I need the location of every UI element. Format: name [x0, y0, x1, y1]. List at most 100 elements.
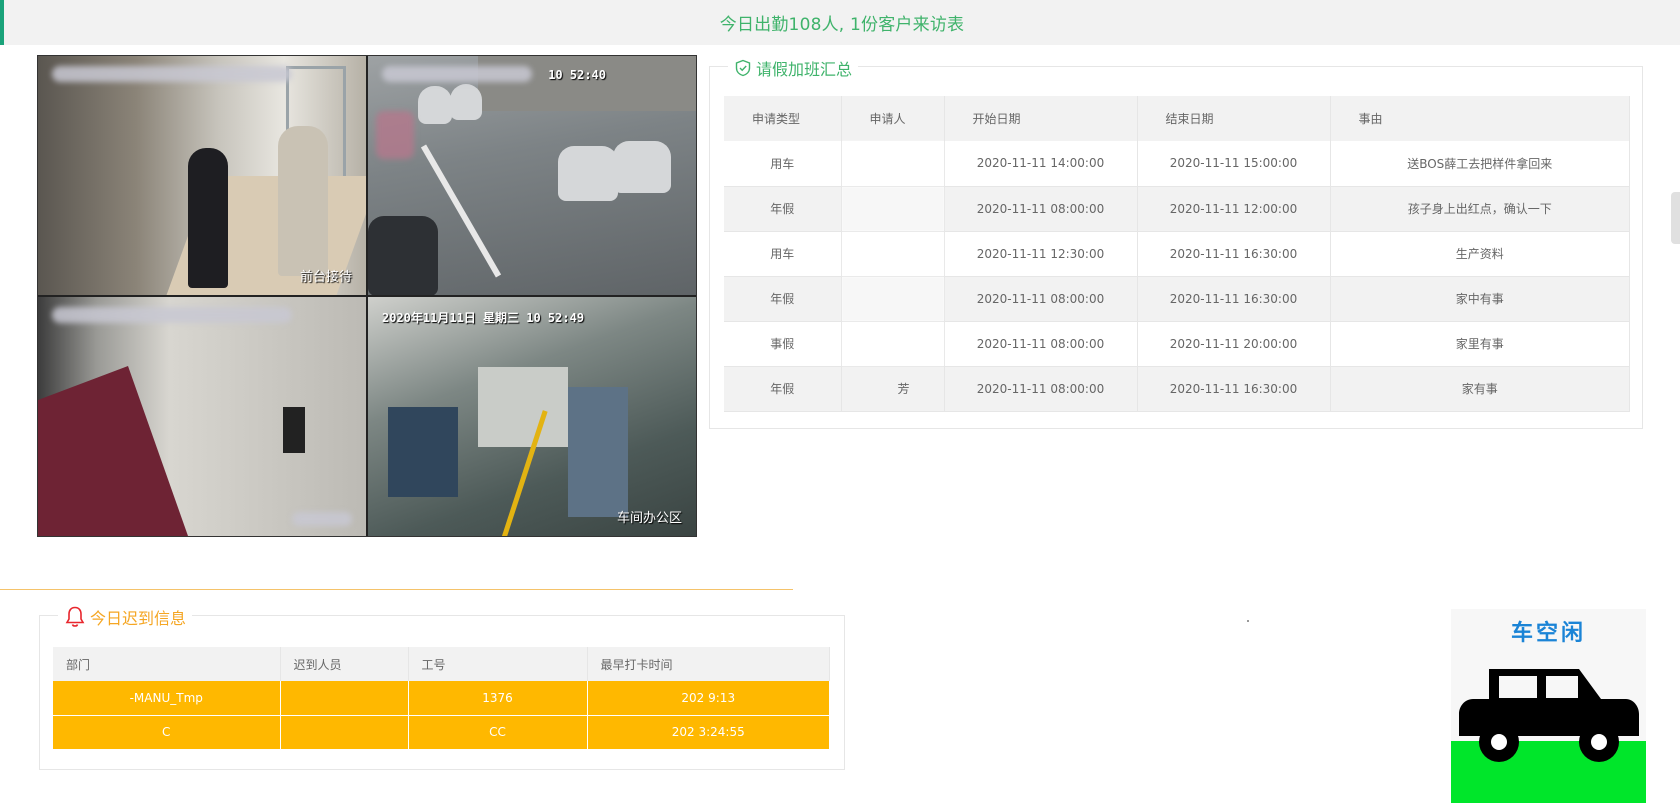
column-header: 迟到人员: [280, 647, 409, 681]
table-cell: 2020-11-11 12:00:00: [1137, 186, 1331, 231]
table-cell: 年假: [724, 366, 842, 411]
table-row[interactable]: 事假 2020-11-11 08:00:00 2020-11-11 20:00:…: [724, 321, 1630, 366]
table-row[interactable]: C CC 202 3:24:55: [53, 715, 830, 750]
privacy-blur: [52, 66, 292, 82]
leave-summary-legend: 请假加班汇总: [728, 56, 859, 80]
table-cell: [841, 276, 945, 321]
column-header: 最早打卡时间: [587, 647, 830, 681]
column-header: 事由: [1330, 96, 1630, 141]
car-shape: [558, 146, 618, 201]
person-shape: [278, 126, 328, 276]
table-cell: 芳: [841, 366, 945, 411]
table-row[interactable]: 年假 2020-11-11 08:00:00 2020-11-11 16:30:…: [724, 276, 1630, 321]
privacy-blur: [382, 66, 532, 82]
table-cell: 2020-11-11 08:00:00: [944, 276, 1138, 321]
leave-summary-table: 申请类型 申请人 开始日期 结束日期 事由 用车 2020-11-11 14:0…: [724, 96, 1630, 412]
table-cell: 2020-11-11 08:00:00: [944, 321, 1138, 366]
table-cell: [841, 186, 945, 231]
camera-feed-hallway[interactable]: [38, 297, 366, 536]
bell-icon: [65, 606, 85, 627]
table-row[interactable]: -MANU_Tmp 1376 202 9:13: [53, 681, 830, 716]
person-shape: [188, 148, 228, 288]
table-row[interactable]: 年假 芳 2020-11-11 08:00:00 2020-11-11 16:3…: [724, 366, 1630, 411]
table-cell: 2020-11-11 20:00:00: [1137, 321, 1331, 366]
camera-feed-parking[interactable]: 10 52:40: [368, 56, 696, 295]
stray-dot: [1247, 620, 1249, 622]
table-cell: C: [53, 715, 281, 750]
table-cell: 2020-11-11 15:00:00: [1137, 141, 1331, 186]
machine-shape: [568, 387, 628, 517]
table-header-row: 申请类型 申请人 开始日期 结束日期 事由: [724, 96, 1630, 141]
table-cell: 送BOS薛工去把样件拿回来: [1330, 141, 1630, 186]
table-row[interactable]: 年假 2020-11-11 08:00:00 2020-11-11 12:00:…: [724, 186, 1630, 231]
car-status-widget: 车空闲: [1451, 609, 1646, 803]
table-cell: 事假: [724, 321, 842, 366]
late-info-title: 今日迟到信息: [90, 609, 187, 628]
late-info-panel: 今日迟到信息 部门 迟到人员 工号 最早打卡时间 -MANU_Tmp 1376 …: [39, 605, 845, 770]
car-shape: [450, 84, 482, 120]
table-cell: 家有事: [1330, 366, 1630, 411]
camera-timestamp: 2020年11月11日 星期三 10 52:49: [382, 311, 585, 325]
camera-feed-workshop[interactable]: 2020年11月11日 星期三 10 52:49 车间办公区: [368, 297, 696, 536]
table-cell: 生产资料: [1330, 231, 1630, 276]
column-header: 部门: [53, 647, 281, 681]
column-header: 工号: [408, 647, 588, 681]
table-row[interactable]: 用车 2020-11-11 14:00:00 2020-11-11 15:00:…: [724, 141, 1630, 186]
building-shape: [478, 56, 696, 111]
leave-summary-title: 请假加班汇总: [756, 60, 853, 79]
table-cell: 2020-11-11 16:30:00: [1137, 231, 1331, 276]
table-cell: CC: [408, 715, 588, 750]
cctv-grid[interactable]: 前台接待 10 52:40 2020年11月11日 星期三 10 52:49 车…: [37, 55, 697, 537]
table-cell: 1376: [408, 681, 588, 716]
wall-panel-shape: [283, 407, 305, 453]
camera-location: 车间办公区: [616, 511, 682, 526]
shield-check-icon: [735, 59, 751, 77]
car-shape: [368, 216, 438, 295]
column-header: 开始日期: [944, 96, 1138, 141]
table-cell: 家里有事: [1330, 321, 1630, 366]
table-cell: 202 3:24:55: [587, 715, 830, 750]
table-cell: 年假: [724, 276, 842, 321]
attendance-banner: 今日出勤108人, 1份客户来访表: [0, 0, 1680, 45]
late-info-table: 部门 迟到人员 工号 最早打卡时间 -MANU_Tmp 1376 202 9:1…: [53, 647, 830, 750]
table-cell: [841, 321, 945, 366]
camera-location: 前台接待: [299, 270, 352, 285]
privacy-blur: [52, 307, 292, 323]
banner-text: 今日出勤108人, 1份客户来访表: [719, 15, 965, 35]
column-header: 申请人: [841, 96, 945, 141]
column-header: 申请类型: [724, 96, 842, 141]
car-shape: [613, 141, 671, 193]
table-cell: [841, 141, 945, 186]
late-info-legend: 今日迟到信息: [58, 605, 193, 629]
table-header-row: 部门 迟到人员 工号 最早打卡时间: [53, 647, 830, 681]
table-cell: 家中有事: [1330, 276, 1630, 321]
table-cell: [280, 715, 409, 750]
table-cell: 2020-11-11 08:00:00: [944, 366, 1138, 411]
machine-shape: [388, 407, 458, 497]
table-cell: 年假: [724, 186, 842, 231]
privacy-blur: [292, 512, 352, 526]
table-cell: 202 9:13: [587, 681, 830, 716]
car-shape: [418, 86, 452, 124]
camera-feed-reception[interactable]: 前台接待: [38, 56, 366, 295]
column-header: 结束日期: [1137, 96, 1331, 141]
machine-shape: [478, 367, 568, 447]
privacy-blur: [376, 111, 414, 159]
table-cell: 2020-11-11 08:00:00: [944, 186, 1138, 231]
table-cell: [841, 231, 945, 276]
table-row[interactable]: 用车 2020-11-11 12:30:00 2020-11-11 16:30:…: [724, 231, 1630, 276]
table-cell: 用车: [724, 231, 842, 276]
car-status-label: 车空闲: [1510, 621, 1586, 646]
table-cell: [280, 681, 409, 716]
section-divider: [0, 589, 793, 590]
table-cell: 2020-11-11 16:30:00: [1137, 276, 1331, 321]
table-cell: 2020-11-11 12:30:00: [944, 231, 1138, 276]
table-cell: 2020-11-11 14:00:00: [944, 141, 1138, 186]
leave-summary-panel: 请假加班汇总 申请类型 申请人 开始日期 结束日期 事由 用车 2020-11-…: [709, 56, 1643, 429]
side-drawer-tab[interactable]: [1671, 192, 1680, 244]
carpet-shape: [38, 366, 188, 536]
car-icon: [1459, 669, 1639, 762]
table-cell: 孩子身上出红点，确认一下: [1330, 186, 1630, 231]
table-cell: -MANU_Tmp: [53, 681, 281, 716]
table-cell: 2020-11-11 16:30:00: [1137, 366, 1331, 411]
